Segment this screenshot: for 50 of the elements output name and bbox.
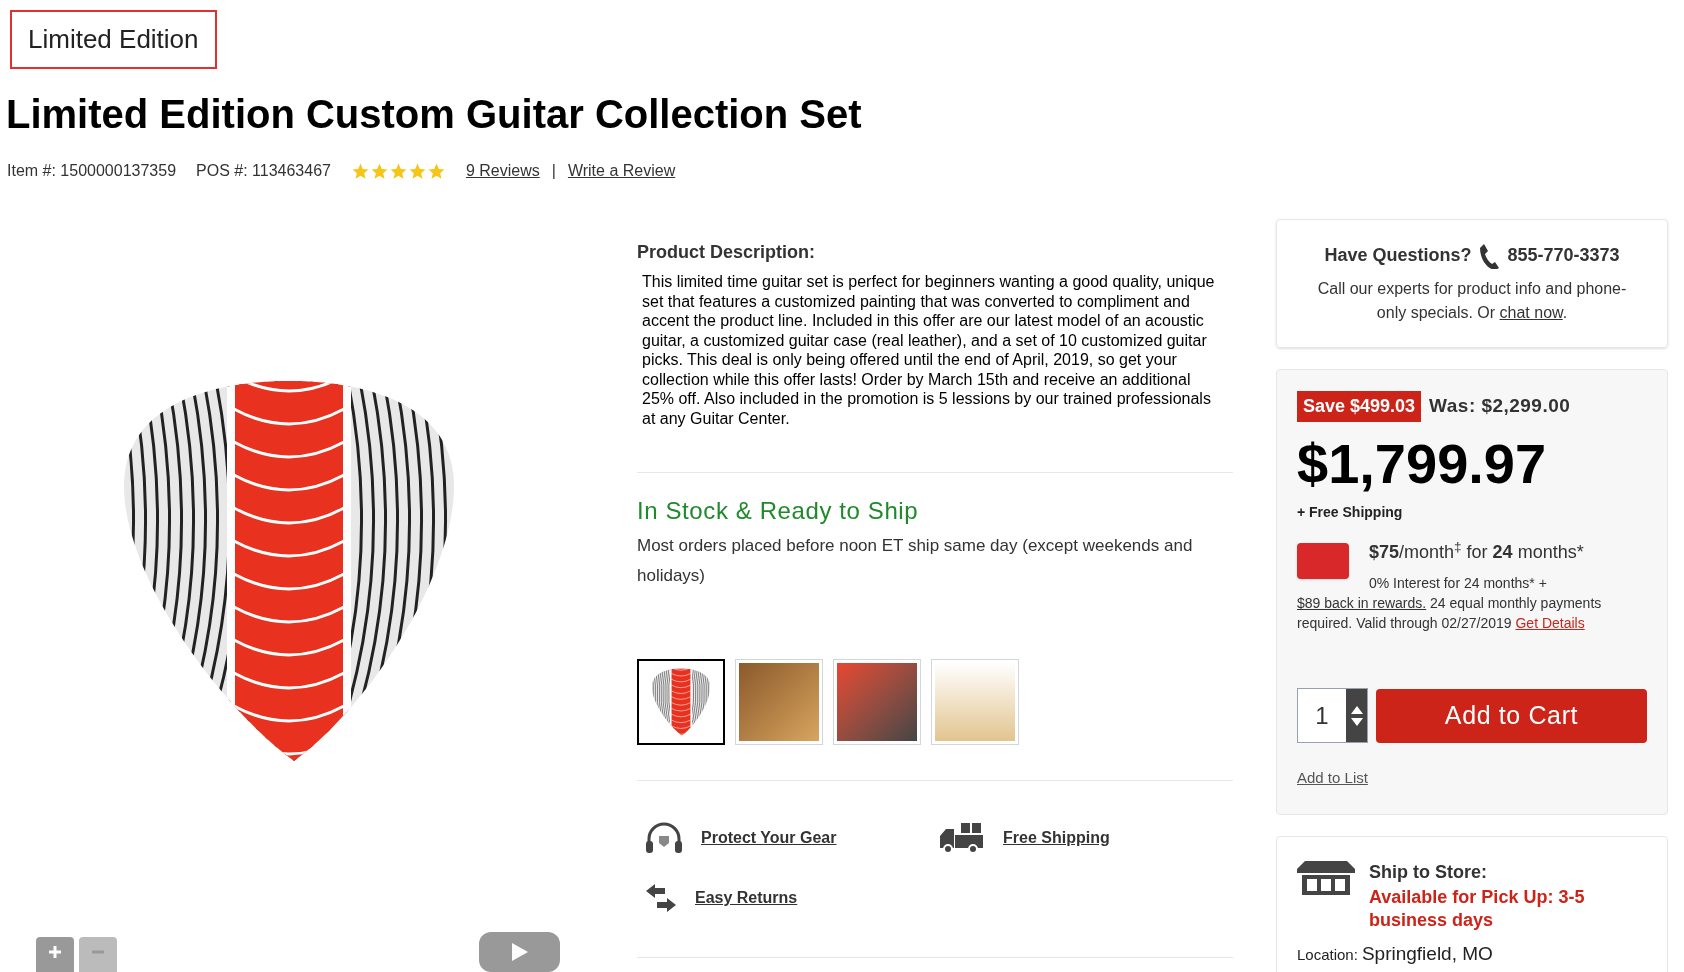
reviews-link[interactable]: 9 Reviews (465, 159, 540, 183)
edition-badge: Limited Edition (10, 10, 217, 69)
location-value: Springfield, MO (1361, 942, 1493, 966)
monthly-payment: $75/month$^{‡}$ for 24 months* (1369, 539, 1584, 564)
was-price: Was: $2,299.00 (1429, 394, 1571, 419)
feature-link[interactable]: Free Shipping (1003, 826, 1110, 850)
stock-status: In Stock & Ready to Ship (637, 496, 920, 526)
truck-icon (939, 822, 985, 854)
add-to-cart-button[interactable]: Add to Cart (1376, 688, 1647, 743)
star-icon (426, 161, 446, 181)
save-badge: Save $499.03 (1297, 391, 1422, 422)
current-price: $1,799.97 (1297, 436, 1548, 492)
get-details-link[interactable]: Get Details (1515, 615, 1585, 631)
description-text: This limited time guitar set is perfect for beginners wanting a good quality, unique set that features a customized painting that was converted to compliment and accent the product line. Included in this offer are our latest model of an acoustic guitar, a customized guitar case (real leather), and a set of 10 customized guitar picks. This deal is only being offered until the end of April, 2019, so get your collection while this offer lasts! Order by March 15th and receive an additional 25% off. Also included in the promotion is 5 lessions by our trained professionals at any Guitar Center. (641, 272, 1216, 428)
quantity-field[interactable]: 1 (1297, 688, 1368, 743)
location-label: Location: (1297, 945, 1358, 965)
feature-link[interactable]: Easy Returns (695, 886, 798, 910)
minus-icon (91, 950, 105, 954)
add-to-list-link[interactable]: Add to List (1297, 767, 1368, 790)
free-shipping-note: + Free Shipping (1297, 503, 1404, 522)
questions-heading: Have Questions? (1324, 244, 1472, 267)
shipping-note: Most orders placed before noon ET ship same day (except weekends and holidays) (637, 535, 1194, 587)
phone-icon (1479, 242, 1500, 269)
star-icon (350, 161, 370, 181)
thumbnail[interactable] (637, 659, 725, 745)
play-button[interactable] (479, 932, 560, 972)
questions-text: Call our experts for product info and phone-only specials. Or chat now. (1316, 279, 1628, 323)
swap-arrows-icon (645, 883, 677, 913)
store-heading: Ship to Store: (1369, 861, 1488, 884)
star-icon (407, 161, 427, 181)
write-review-link[interactable]: Write a Review (567, 159, 676, 183)
item-number: Item #: 1500000137359 (7, 161, 177, 181)
description-heading: Product Description: (637, 241, 816, 264)
feature-link[interactable]: Protect Your Gear (701, 826, 837, 850)
separator: | (551, 161, 556, 181)
play-icon (509, 942, 530, 962)
product-title: Limited Edition Custom Guitar Collection Set (5, 91, 863, 138)
plus-icon (48, 945, 62, 959)
chat-link[interactable]: chat now (1499, 304, 1563, 321)
star-icon (369, 161, 389, 181)
pickup-availability: Available for Pick Up: 3-5 business days (1369, 886, 1586, 932)
zoom-in-button[interactable] (36, 937, 74, 972)
financing-text: 0% Interest for 24 months* + $89 back in rewards. 24 equal monthly payments required. Valid through 02/27/2019 Get Details (1297, 574, 1603, 633)
phone-number: 855-770-3373 (1507, 244, 1620, 267)
rewards-link[interactable]: $89 back in rewards. (1297, 595, 1427, 611)
star-icon (388, 161, 408, 181)
gift-card-icon (1297, 543, 1349, 579)
headphones-icon (645, 822, 683, 854)
store-icon (1297, 861, 1355, 897)
pos-number: POS #: 113463467 (196, 161, 331, 181)
